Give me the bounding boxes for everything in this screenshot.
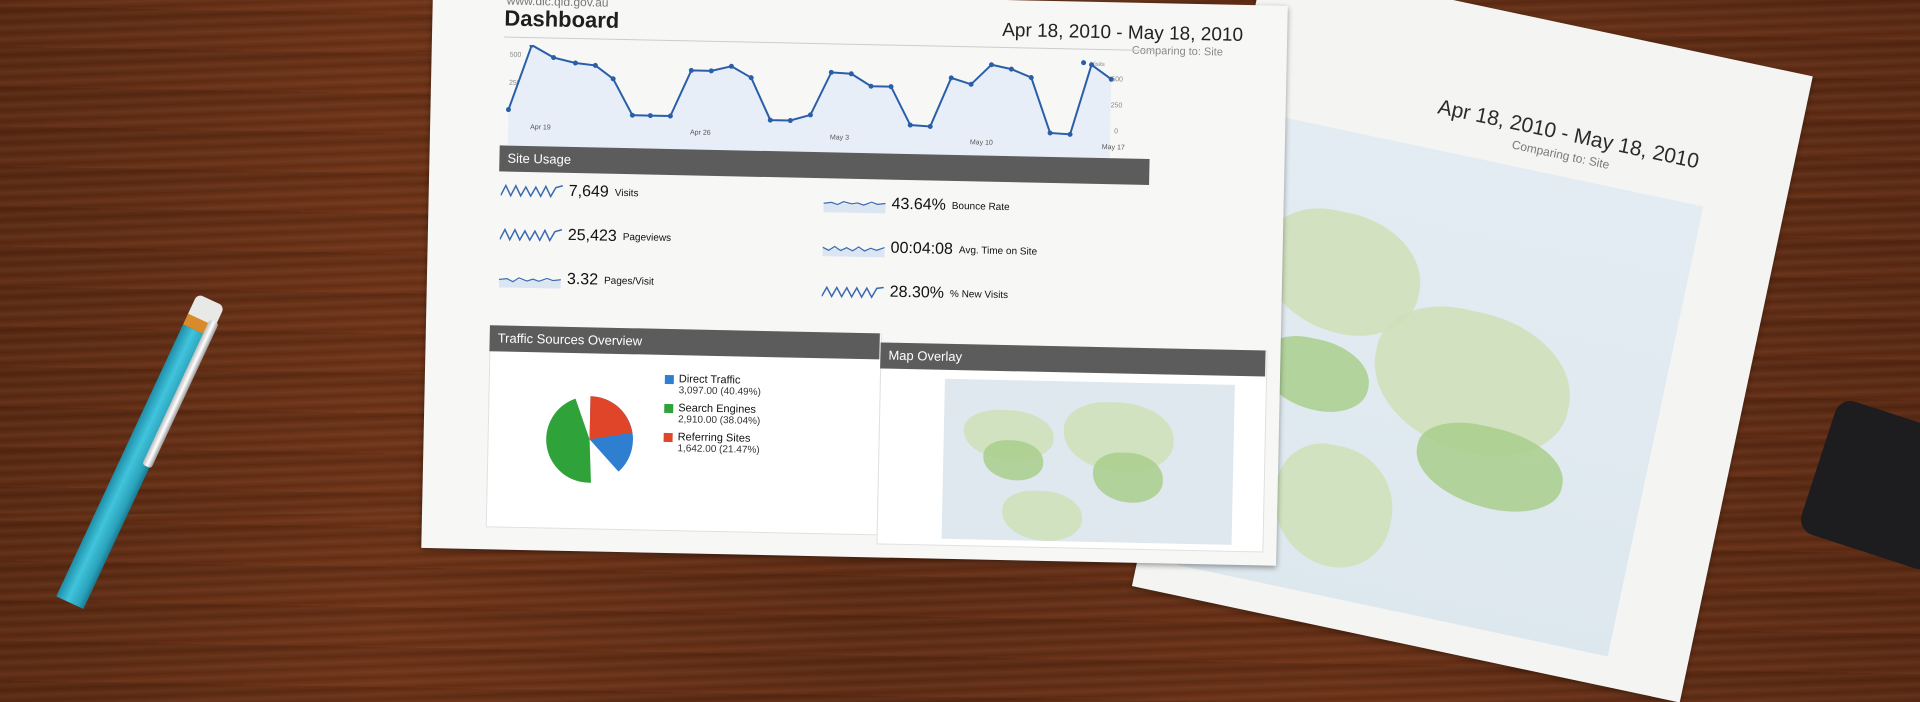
date-range: Apr 18, 2010 - May 18, 2010	[1002, 19, 1244, 46]
legend-item-direct: Direct Traffic 3,097.00 (40.49%)	[664, 373, 762, 398]
traffic-sources-pie-chart	[546, 396, 633, 483]
legend-dot	[1081, 60, 1087, 66]
metric-label: Bounce Rate	[951, 200, 1010, 213]
metric-value: 3.32	[566, 270, 599, 289]
metric-visits: 7,649 Visits	[500, 181, 639, 202]
legend-item-search: Search Engines 2,910.00 (38.04%)	[664, 402, 761, 427]
metric-value: 28.30%	[889, 283, 945, 302]
phone	[1796, 396, 1920, 574]
y-tick-250-right: 250	[1111, 102, 1123, 109]
x-label-may3: May 3	[830, 134, 849, 141]
metric-value: 43.64%	[891, 195, 947, 214]
x-label-apr26: Apr 26	[690, 129, 711, 136]
legend-swatch	[663, 432, 673, 442]
desk-surface: Apr 18, 2010 - May 18, 2010 Comparing to…	[0, 0, 1920, 702]
y-tick-500: 500	[510, 52, 522, 59]
metric-label: Pageviews	[622, 231, 672, 244]
metric-pages-per-visit: 3.32 Pages/Visit	[498, 269, 654, 290]
x-label-may17: May 17	[1102, 144, 1125, 151]
sparkline-icon	[498, 277, 561, 289]
pen	[53, 291, 231, 610]
metric-avg-time: 00:04:08 Avg. Time on Site	[822, 238, 1037, 260]
metric-pageviews: 25,423 Pageviews	[499, 225, 672, 247]
dashboard-report-sheet: www.dlc.qld.gov.au Dashboard Apr 18, 201…	[421, 0, 1288, 566]
metric-label: Pages/Visit	[603, 275, 654, 288]
legend-swatch	[664, 374, 674, 384]
metric-new-visits: 28.30% % New Visits	[821, 282, 1009, 304]
sparkline-icon	[823, 201, 886, 214]
metric-value: 25,423	[567, 226, 617, 245]
metric-label: Visits	[614, 187, 639, 199]
metric-value: 00:04:08	[890, 239, 954, 258]
sparkline-icon	[822, 245, 885, 258]
sparkline-icon	[821, 285, 884, 299]
metric-label: Avg. Time on Site	[958, 244, 1038, 258]
y-tick-0-right: 0	[1114, 128, 1118, 135]
metric-bounce-rate: 43.64% Bounce Rate	[823, 194, 1010, 216]
metric-label: % New Visits	[949, 288, 1009, 301]
legend-swatch	[664, 403, 674, 413]
traffic-legend: Direct Traffic 3,097.00 (40.49%) Search …	[663, 373, 761, 462]
legend-item-referring: Referring Sites 1,642.00 (21.47%)	[663, 431, 760, 456]
legend-value: 1,642.00 (21.47%)	[677, 443, 760, 456]
x-label-apr19: Apr 19	[530, 124, 551, 131]
legend-value: 2,910.00 (38.04%)	[677, 414, 761, 427]
legend-value: 3,097.00 (40.49%)	[678, 385, 761, 398]
map-overlay-map	[941, 378, 1235, 545]
x-label-may10: May 10	[970, 139, 993, 146]
metric-value: 7,649	[568, 182, 609, 201]
sparkline-icon	[499, 227, 563, 243]
sparkline-icon	[500, 183, 563, 199]
comparing-label: Comparing to: Site	[1131, 44, 1224, 59]
page-title: Dashboard	[504, 5, 620, 33]
